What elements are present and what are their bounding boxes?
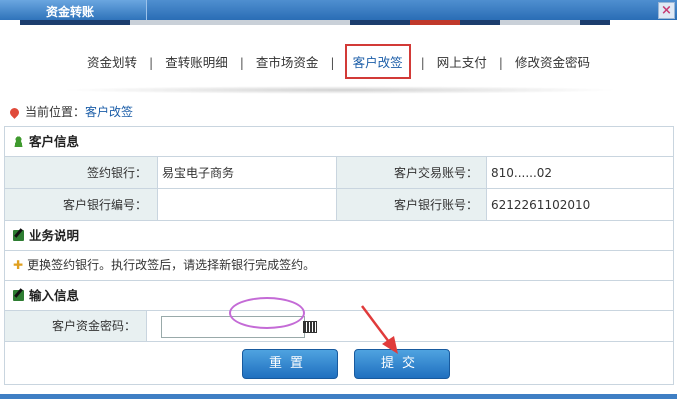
- nav-item-transfer-details[interactable]: 查转账明细: [163, 52, 230, 71]
- nav-separator: |: [330, 55, 335, 70]
- field-label: 客户银行编号：: [5, 188, 158, 221]
- window-title: 资金转账: [46, 5, 95, 19]
- location-pin-icon: [8, 106, 21, 119]
- close-button[interactable]: ×: [658, 2, 675, 19]
- nav-item-change-fund-password[interactable]: 修改资金密码: [513, 52, 592, 71]
- bottom-strip: [0, 394, 677, 399]
- edit-icon: [13, 290, 24, 301]
- breadcrumb: 当前位置：客户改签: [8, 103, 134, 120]
- nav-shadow: [60, 86, 620, 94]
- nav-item-market-funds[interactable]: 查市场资金: [254, 52, 321, 71]
- business-description: ✚ 更换签约银行。执行改签后，请选择新银行完成签约。: [5, 251, 673, 281]
- soft-keyboard-icon[interactable]: [303, 321, 317, 333]
- section-title: 客户信息: [29, 134, 80, 149]
- decorative-color-strip: [0, 20, 677, 25]
- table-row: 签约银行： 易宝电子商务 客户交易账号： 810......02: [5, 157, 673, 189]
- field-label: 签约银行：: [5, 157, 158, 189]
- breadcrumb-current: 客户改签: [85, 105, 134, 119]
- window-title-bar: 资金转账 ×: [0, 0, 677, 20]
- description-text: 更换签约银行。执行改签后，请选择新银行完成签约。: [27, 258, 316, 272]
- plus-icon: ✚: [13, 258, 24, 272]
- edit-icon: [13, 230, 24, 241]
- reset-button[interactable]: 重置: [242, 349, 338, 379]
- nav-separator: |: [148, 55, 154, 70]
- field-label: 客户资金密码：: [5, 311, 147, 341]
- function-nav: 资金划转 | 查转账明细 | 查市场资金 | 客户改签 | 网上支付 | 修改资…: [0, 44, 677, 79]
- section-title: 输入信息: [29, 288, 80, 303]
- nav-separator: |: [420, 55, 425, 70]
- section-header-customer-info: 客户信息: [5, 127, 673, 157]
- table-row: 客户银行编号： 客户银行账号： 6212261102010: [5, 188, 673, 221]
- highlight-ellipse-annotation: [229, 297, 305, 329]
- password-row: 客户资金密码：: [5, 311, 673, 342]
- field-label: 客户交易账号：: [336, 157, 487, 189]
- breadcrumb-label: 当前位置：: [25, 105, 86, 119]
- arrow-annotation: [361, 305, 398, 354]
- nav-item-fund-transfer[interactable]: 资金划转: [85, 52, 139, 71]
- field-label: 客户银行账号：: [336, 188, 487, 221]
- field-value: 810......02: [486, 157, 673, 189]
- user-icon: [13, 136, 24, 147]
- section-title: 业务说明: [29, 228, 80, 243]
- field-value: 易宝电子商务: [157, 157, 337, 189]
- field-value: [157, 188, 337, 221]
- button-area: 重置 提交: [5, 342, 673, 384]
- nav-item-customer-resign[interactable]: 客户改签: [344, 44, 411, 79]
- nav-separator: |: [498, 55, 504, 70]
- nav-separator: |: [239, 55, 244, 70]
- password-label: 客户资金密码：: [51, 319, 136, 333]
- section-header-input: 输入信息: [5, 281, 673, 311]
- nav-item-online-payment[interactable]: 网上支付: [435, 52, 489, 71]
- title-tab: 资金转账: [0, 0, 147, 20]
- customer-info-table: 签约银行： 易宝电子商务 客户交易账号： 810......02 客户银行编号：…: [5, 157, 673, 221]
- content-panel: 客户信息 签约银行： 易宝电子商务 客户交易账号： 810......02 客户…: [4, 126, 674, 385]
- field-value: 6212261102010: [486, 188, 673, 221]
- section-header-business: 业务说明: [5, 221, 673, 251]
